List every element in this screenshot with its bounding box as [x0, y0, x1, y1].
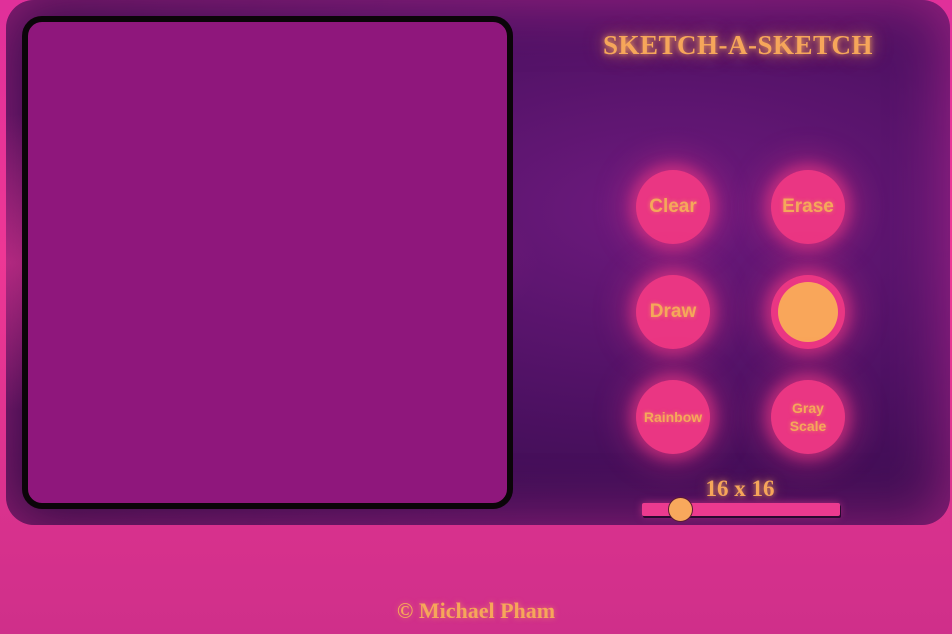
erase-button[interactable]: Erase	[771, 170, 845, 244]
drawing-canvas[interactable]	[22, 16, 513, 509]
footer-copyright: © Michael Pham	[396, 598, 556, 623]
color-swatch[interactable]	[778, 282, 838, 342]
color-picker-button[interactable]	[771, 275, 845, 349]
rainbow-button[interactable]: Rainbow	[636, 380, 710, 454]
clear-button[interactable]: Clear	[636, 170, 710, 244]
app-title: SKETCH-A-SKETCH	[602, 30, 874, 60]
draw-button[interactable]: Draw	[636, 275, 710, 349]
slider-thumb[interactable]	[668, 497, 693, 522]
grayscale-button[interactable]: Gray Scale	[771, 380, 845, 454]
